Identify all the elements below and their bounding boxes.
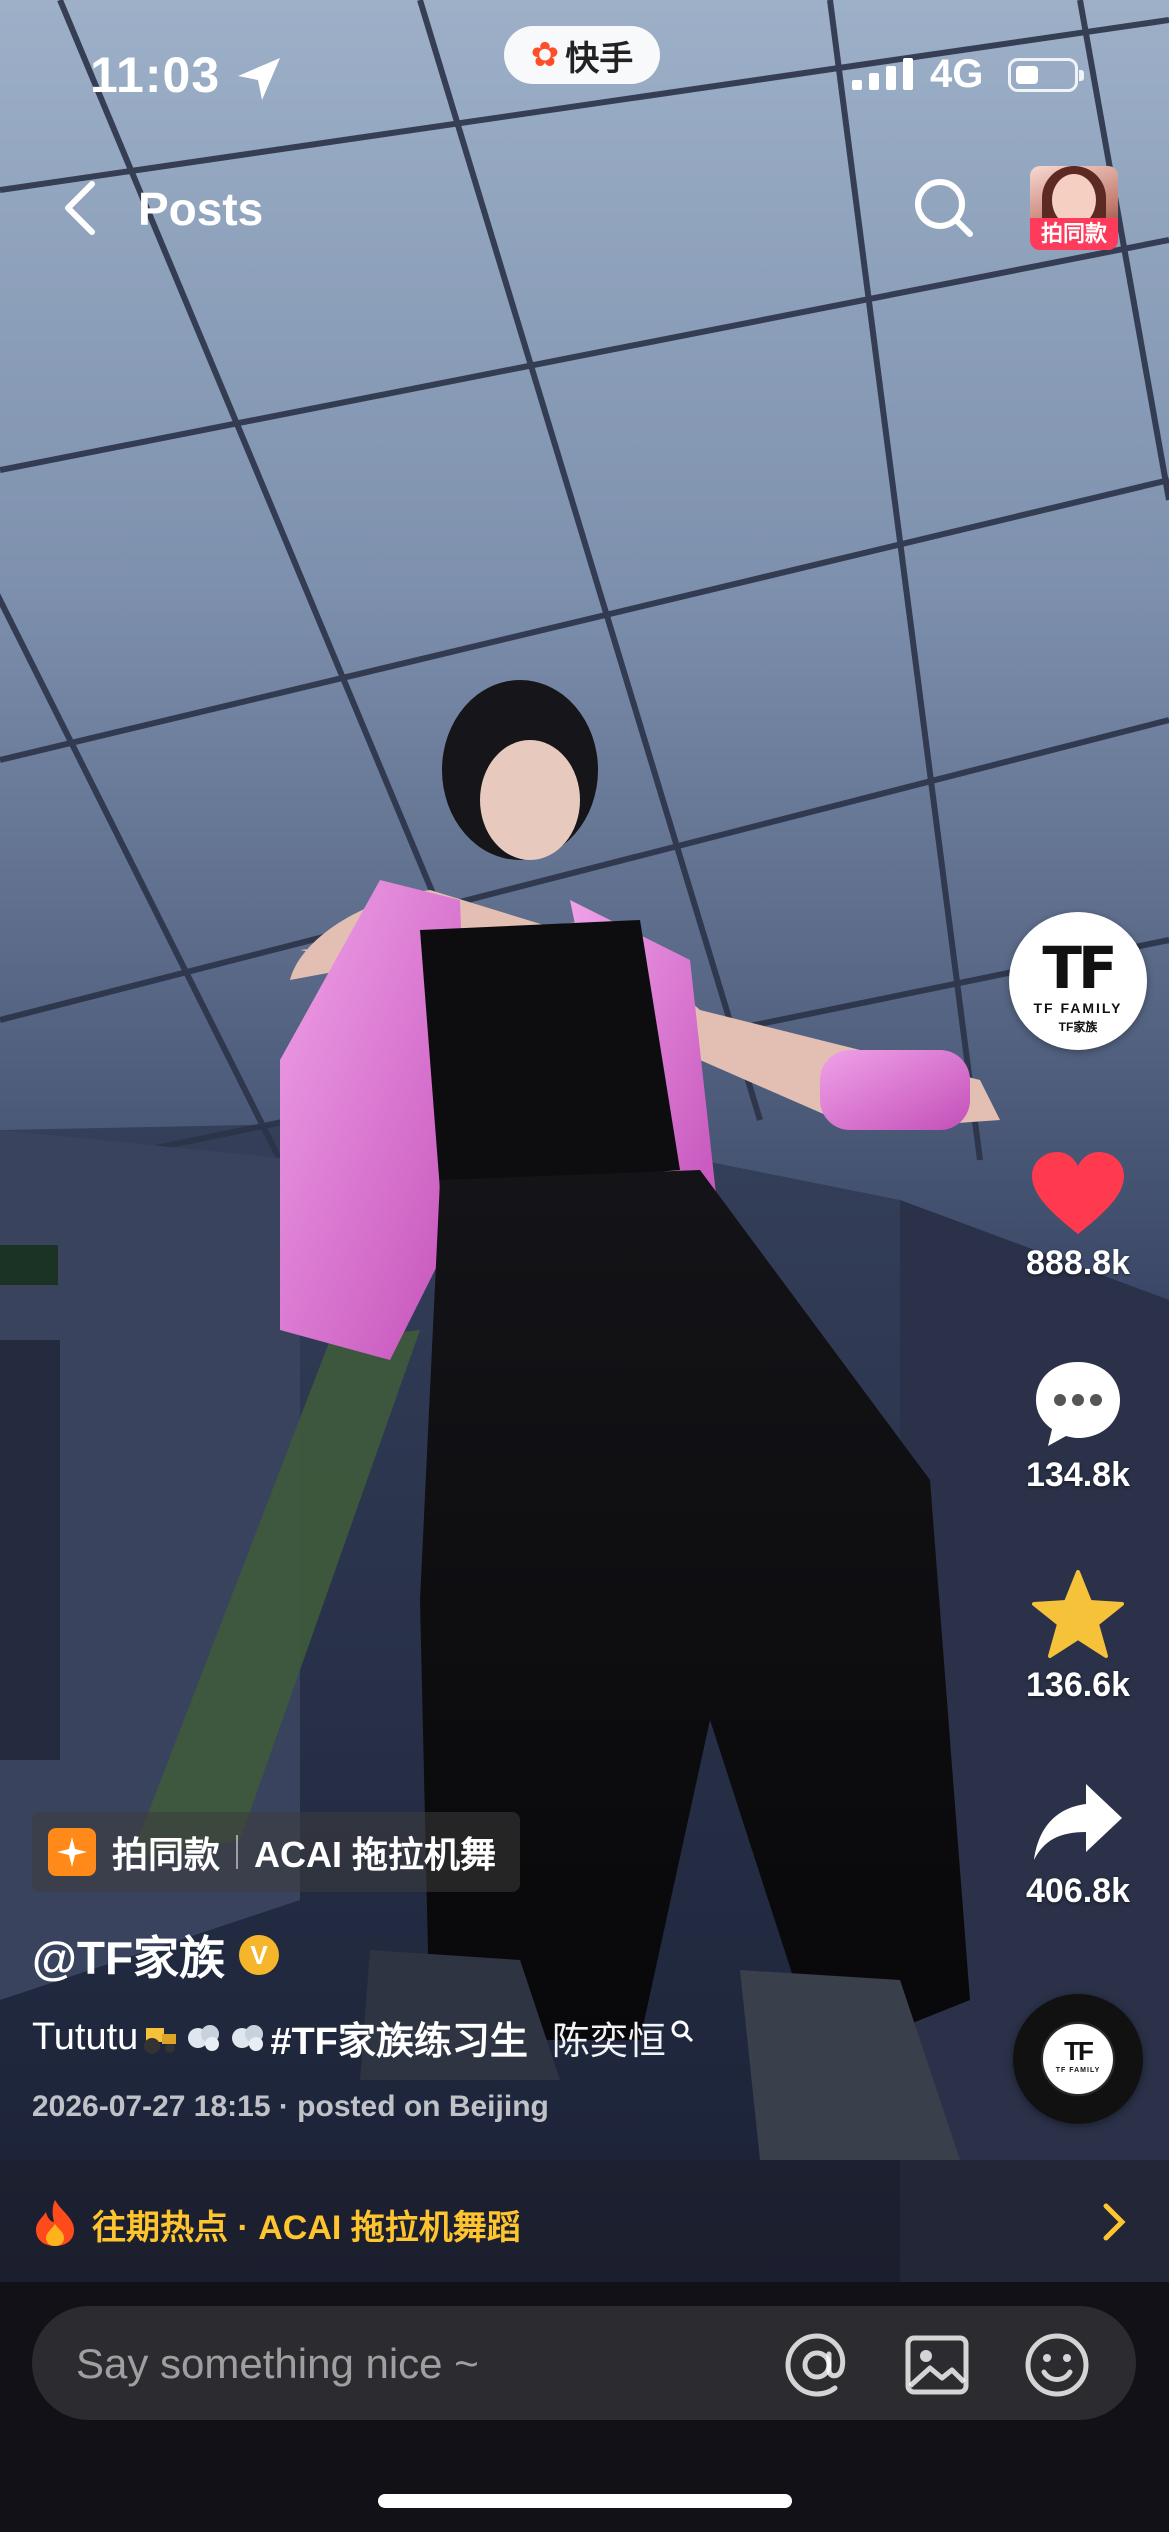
location-arrow-icon (238, 58, 280, 100)
star-icon (1032, 1570, 1124, 1658)
avatar-mark: TF (1042, 934, 1117, 1002)
hot-topic-bar[interactable]: 往期热点 · ACAI 拖拉机舞蹈 (0, 2160, 1169, 2282)
fire-icon (36, 2200, 74, 2246)
mention-at-icon[interactable] (782, 2330, 852, 2400)
kuaishou-logo-icon: ✿ (530, 36, 560, 74)
favorite-button[interactable]: 136.6k (1008, 1568, 1148, 1705)
chevron-right-icon (1103, 2203, 1126, 2241)
disc-mark: TF (1064, 2036, 1094, 2066)
same-chip-template: ACAI 拖拉机舞 (254, 1834, 497, 1875)
chip-divider (236, 1835, 239, 1869)
author-row[interactable]: @TF家族 V (32, 1922, 280, 1988)
comment-bar: Say something nice ~ (0, 2282, 1169, 2532)
dash-emoji-icon (188, 2024, 220, 2051)
sparkle-icon (48, 1828, 96, 1876)
home-indicator (378, 2494, 792, 2508)
search-mini-icon (671, 2020, 693, 2042)
caption-hashtag[interactable]: #TF家族练习生 (270, 2010, 528, 2065)
post-meta: 2026-07-27 18:15 · posted on Beijing (32, 2090, 549, 2123)
caption-mention[interactable]: 陈奕恒 (552, 2010, 666, 2065)
heart-icon (1032, 1152, 1124, 1234)
disc-line: TF FAMILY (1055, 2067, 1101, 2074)
same-style-label[interactable]: 拍同款 (1030, 218, 1118, 250)
comment-input[interactable]: Say something nice ~ (32, 2306, 1136, 2420)
same-chip-label: 拍同款 (112, 1834, 221, 1875)
comment-button[interactable]: 134.8k (1008, 1358, 1148, 1495)
author-name[interactable]: @TF家族 (32, 1922, 225, 1988)
comment-bubble-icon (1036, 1362, 1120, 1446)
avatar-line1: TF FAMILY (1033, 1000, 1123, 1016)
music-disc[interactable]: TF TF FAMILY (1013, 1994, 1143, 2124)
image-icon[interactable] (902, 2330, 972, 2400)
network-type: 4G (930, 52, 984, 96)
hot-topic-text: 往期热点 · ACAI 拖拉机舞蹈 (92, 2209, 521, 2247)
page-title: Posts (138, 183, 264, 235)
share-button[interactable]: 406.8k (1008, 1780, 1148, 1911)
comment-placeholder[interactable]: Say something nice ~ (76, 2340, 479, 2388)
dash-emoji-icon (232, 2024, 264, 2051)
favorite-count: 136.6k (1026, 1666, 1130, 1704)
share-arrow-icon (1034, 1784, 1122, 1860)
verified-badge-icon: V (239, 1935, 280, 1975)
battery-icon (1008, 58, 1084, 92)
app-badge: ✿ 快手 (504, 26, 660, 84)
tractor-emoji-icon (144, 2027, 177, 2054)
search-icon[interactable] (908, 172, 978, 242)
status-time: 11:03 (90, 47, 221, 103)
like-button[interactable]: 888.8k (1008, 1150, 1148, 1283)
same-template-chip[interactable]: 拍同款 ACAI 拖拉机舞 (32, 1812, 521, 1892)
avatar-line2: TF家族 (1058, 1020, 1098, 1034)
share-count: 406.8k (1026, 1872, 1130, 1910)
caption-prefix: Tututu (32, 2016, 139, 2058)
post-caption[interactable]: Tututu #TF家族练习生 陈奕恒 (32, 2010, 694, 2065)
cellular-signal-icon (852, 58, 913, 90)
emoji-icon[interactable] (1022, 2330, 1092, 2400)
app-badge-label: 快手 (565, 39, 634, 78)
like-count: 888.8k (1026, 1244, 1130, 1282)
creator-avatar[interactable]: TF TF FAMILY TF家族 (1009, 912, 1147, 1050)
back-button[interactable] (56, 178, 106, 238)
comment-count: 134.8k (1026, 1456, 1130, 1494)
